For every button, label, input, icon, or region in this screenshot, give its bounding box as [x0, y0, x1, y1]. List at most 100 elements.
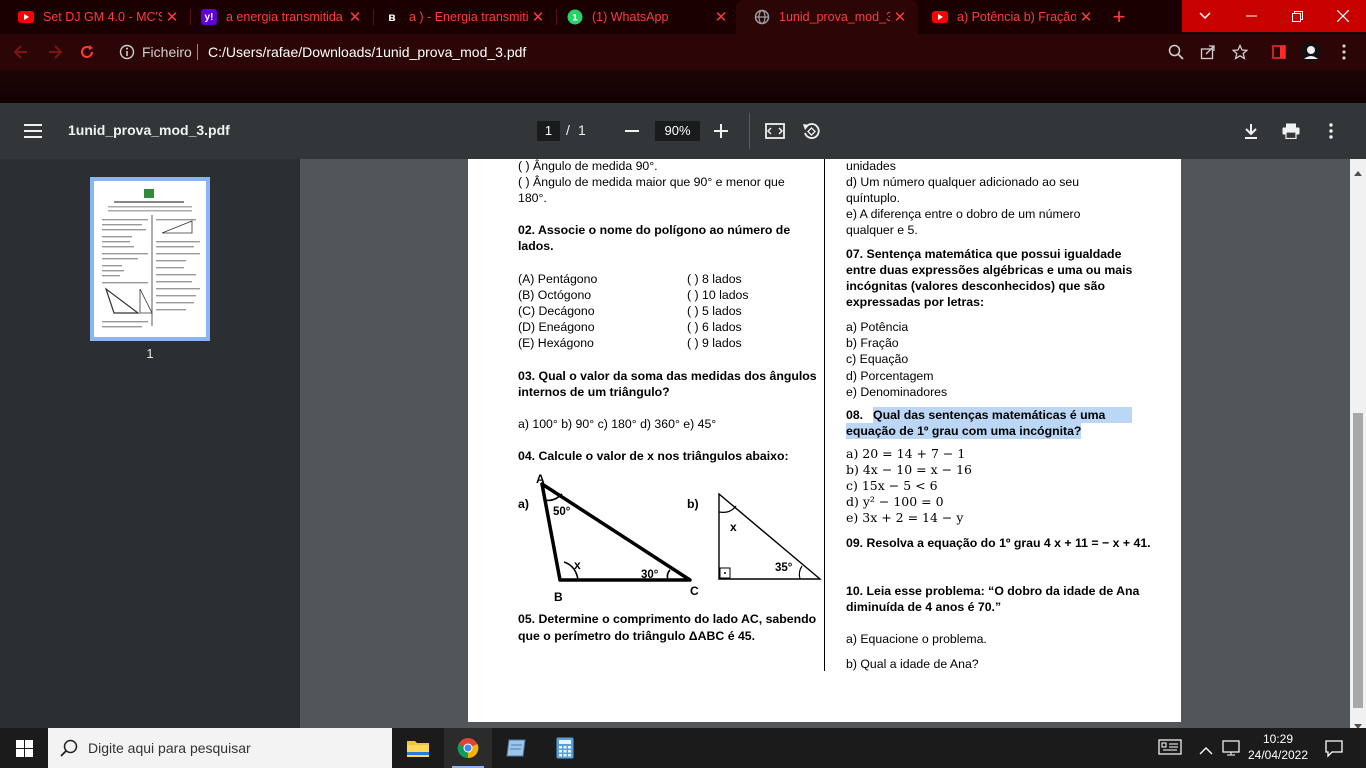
- chevron-up-icon[interactable]: [1199, 742, 1213, 760]
- q05-heading: que o perímetro do triângulo ΔABC é 45.: [518, 629, 756, 643]
- fit-to-page-icon: [765, 123, 785, 139]
- triangle-b-label: b): [687, 497, 699, 511]
- close-icon[interactable]: ✕: [162, 8, 182, 26]
- plus-icon: [714, 124, 728, 138]
- brainly-icon: ʙ: [388, 10, 396, 24]
- close-icon[interactable]: ✕: [1076, 8, 1096, 26]
- sidepanel-icon[interactable]: [1268, 41, 1290, 63]
- notepad-taskbar-button[interactable]: [492, 728, 540, 768]
- close-icon[interactable]: ✕: [528, 8, 548, 26]
- close-window-button[interactable]: [1320, 0, 1366, 32]
- globe-icon: [754, 9, 770, 25]
- q10-heading: 10. Leia esse problema: “O dobro da idad…: [846, 584, 1140, 598]
- q08-option: c) 15x − 5 < 6: [846, 478, 938, 493]
- forward-button[interactable]: [44, 41, 66, 63]
- zoom-icon[interactable]: [1165, 41, 1187, 63]
- tab-youtube-1[interactable]: Set DJ GM 4.0 - MC'S ✕: [0, 0, 190, 34]
- fit-page-button[interactable]: [764, 120, 786, 142]
- q07-option: e) Denominadores: [846, 385, 948, 399]
- tab-pdf-active[interactable]: 1unid_prova_mod_3.p ✕: [736, 0, 918, 34]
- zoom-out-button[interactable]: [621, 120, 643, 142]
- q08-heading-highlighted: Qual das sentenças matemáticas é uma: [873, 407, 1132, 423]
- chrome-taskbar-button[interactable]: [444, 728, 492, 768]
- sidebar-toggle-button[interactable]: [22, 120, 44, 142]
- close-icon[interactable]: ✕: [345, 8, 365, 26]
- q02-heading: lados.: [518, 239, 554, 253]
- profile-avatar[interactable]: [1300, 41, 1322, 63]
- print-button[interactable]: [1280, 120, 1302, 142]
- zoom-level-input[interactable]: 90%: [655, 121, 700, 141]
- page-number-input[interactable]: 1: [537, 121, 560, 141]
- q08-option: b) 4x − 10 = x − 16: [846, 462, 972, 477]
- q08-option: a) 20 = 14 + 7 − 1: [846, 446, 966, 461]
- bookmark-star-icon[interactable]: [1229, 41, 1251, 63]
- rotate-icon: [803, 123, 820, 139]
- tab-label: 1unid_prova_mod_3.p: [779, 10, 890, 24]
- kebab-menu-icon: [1342, 44, 1346, 60]
- rotate-button[interactable]: [800, 120, 822, 142]
- q03-heading: 03. Qual o valor da soma das medidas dos…: [518, 369, 817, 383]
- taskbar-search-placeholder: Digite aqui para pesquisar: [88, 740, 251, 756]
- url-divider: [197, 44, 198, 60]
- q07-heading: expressadas por letras:: [846, 295, 985, 309]
- thumbnail-page-number: 1: [146, 346, 154, 361]
- angle-35-label: 35°: [775, 562, 793, 574]
- url-text[interactable]: C:/Users/rafae/Downloads/1unid_prova_mod…: [208, 44, 526, 60]
- minimize-button[interactable]: [1228, 0, 1274, 32]
- reload-button[interactable]: [76, 41, 98, 63]
- tab-whatsapp[interactable]: 1 (1) WhatsApp ✕: [549, 0, 739, 34]
- q06-option-line: quíntuplo.: [846, 191, 901, 205]
- close-icon[interactable]: ✕: [890, 8, 910, 26]
- q07-option: b) Fração: [846, 336, 899, 350]
- q10-heading: diminuída de 4 anos é 70.”: [846, 600, 1002, 614]
- q05-heading: 05. Determine o comprimento do lado AC, …: [518, 612, 817, 626]
- tab-search-button[interactable]: [1182, 0, 1228, 32]
- restore-button[interactable]: [1274, 0, 1320, 32]
- page-separator: /: [566, 122, 570, 138]
- page-total: 1: [578, 122, 586, 138]
- q02-sides: ( ) 9 lados: [687, 336, 742, 350]
- youtube-icon: [932, 9, 948, 25]
- new-tab-button[interactable]: +: [1106, 4, 1132, 30]
- close-icon: [1337, 10, 1349, 22]
- q06-option-line: qualquer e 5.: [846, 223, 918, 237]
- thumbnail-preview: [102, 189, 200, 328]
- zoom-in-button[interactable]: [710, 120, 732, 142]
- q02-polygon: (A) Pentágono: [518, 272, 598, 286]
- download-button[interactable]: [1240, 120, 1262, 142]
- share-icon[interactable]: [1197, 41, 1219, 63]
- q03-heading: internos de um triângulo?: [518, 385, 670, 399]
- pdf-document-title: 1unid_prova_mod_3.pdf: [68, 122, 230, 138]
- browser-menu-button[interactable]: [1333, 41, 1355, 63]
- triangle-a-figure: [540, 482, 692, 582]
- page-thumbnail[interactable]: [90, 177, 210, 341]
- info-icon[interactable]: [116, 41, 138, 63]
- angle-30-label: 30°: [641, 569, 659, 581]
- tab-youtube-2[interactable]: a) Potência b) Fração ✕: [914, 0, 1104, 34]
- q02-sides: ( ) 6 lados: [687, 320, 742, 334]
- back-button[interactable]: [10, 41, 32, 63]
- calculator-taskbar-button[interactable]: [541, 728, 589, 768]
- clock-time[interactable]: 10:29: [1250, 732, 1306, 746]
- start-button[interactable]: [0, 728, 48, 768]
- file-explorer-button[interactable]: [394, 728, 442, 768]
- q02-polygon: (E) Hexágono: [518, 336, 594, 350]
- tab-yahoo[interactable]: y! a energia transmitida ✕: [183, 0, 373, 34]
- q08-heading-highlighted: equação de 1º grau com uma incógnita?: [846, 423, 1082, 439]
- clock-date[interactable]: 24/04/2022: [1244, 748, 1312, 762]
- network-icon[interactable]: [1222, 739, 1242, 762]
- url-scheme-label: Ficheiro: [142, 44, 192, 60]
- q07-heading: entre duas expressões algébricas e uma o…: [846, 263, 1133, 277]
- tab-label: Set DJ GM 4.0 - MC'S: [43, 10, 162, 24]
- scroll-up-arrow[interactable]: [1354, 163, 1362, 181]
- notification-center-icon[interactable]: [1324, 738, 1344, 763]
- tab-brainly[interactable]: ʙ a ) - Energia transmiti ✕: [366, 0, 556, 34]
- pdf-more-button[interactable]: [1320, 120, 1342, 142]
- scrollbar-thumb[interactable]: [1353, 413, 1363, 708]
- close-icon[interactable]: ✕: [711, 8, 731, 26]
- angle-x-label: x: [574, 558, 581, 572]
- whatsapp-icon: 1: [567, 9, 583, 25]
- q02-sides: ( ) 10 lados: [687, 288, 749, 302]
- print-icon: [1282, 123, 1300, 139]
- keyboard-icon[interactable]: [1158, 738, 1182, 761]
